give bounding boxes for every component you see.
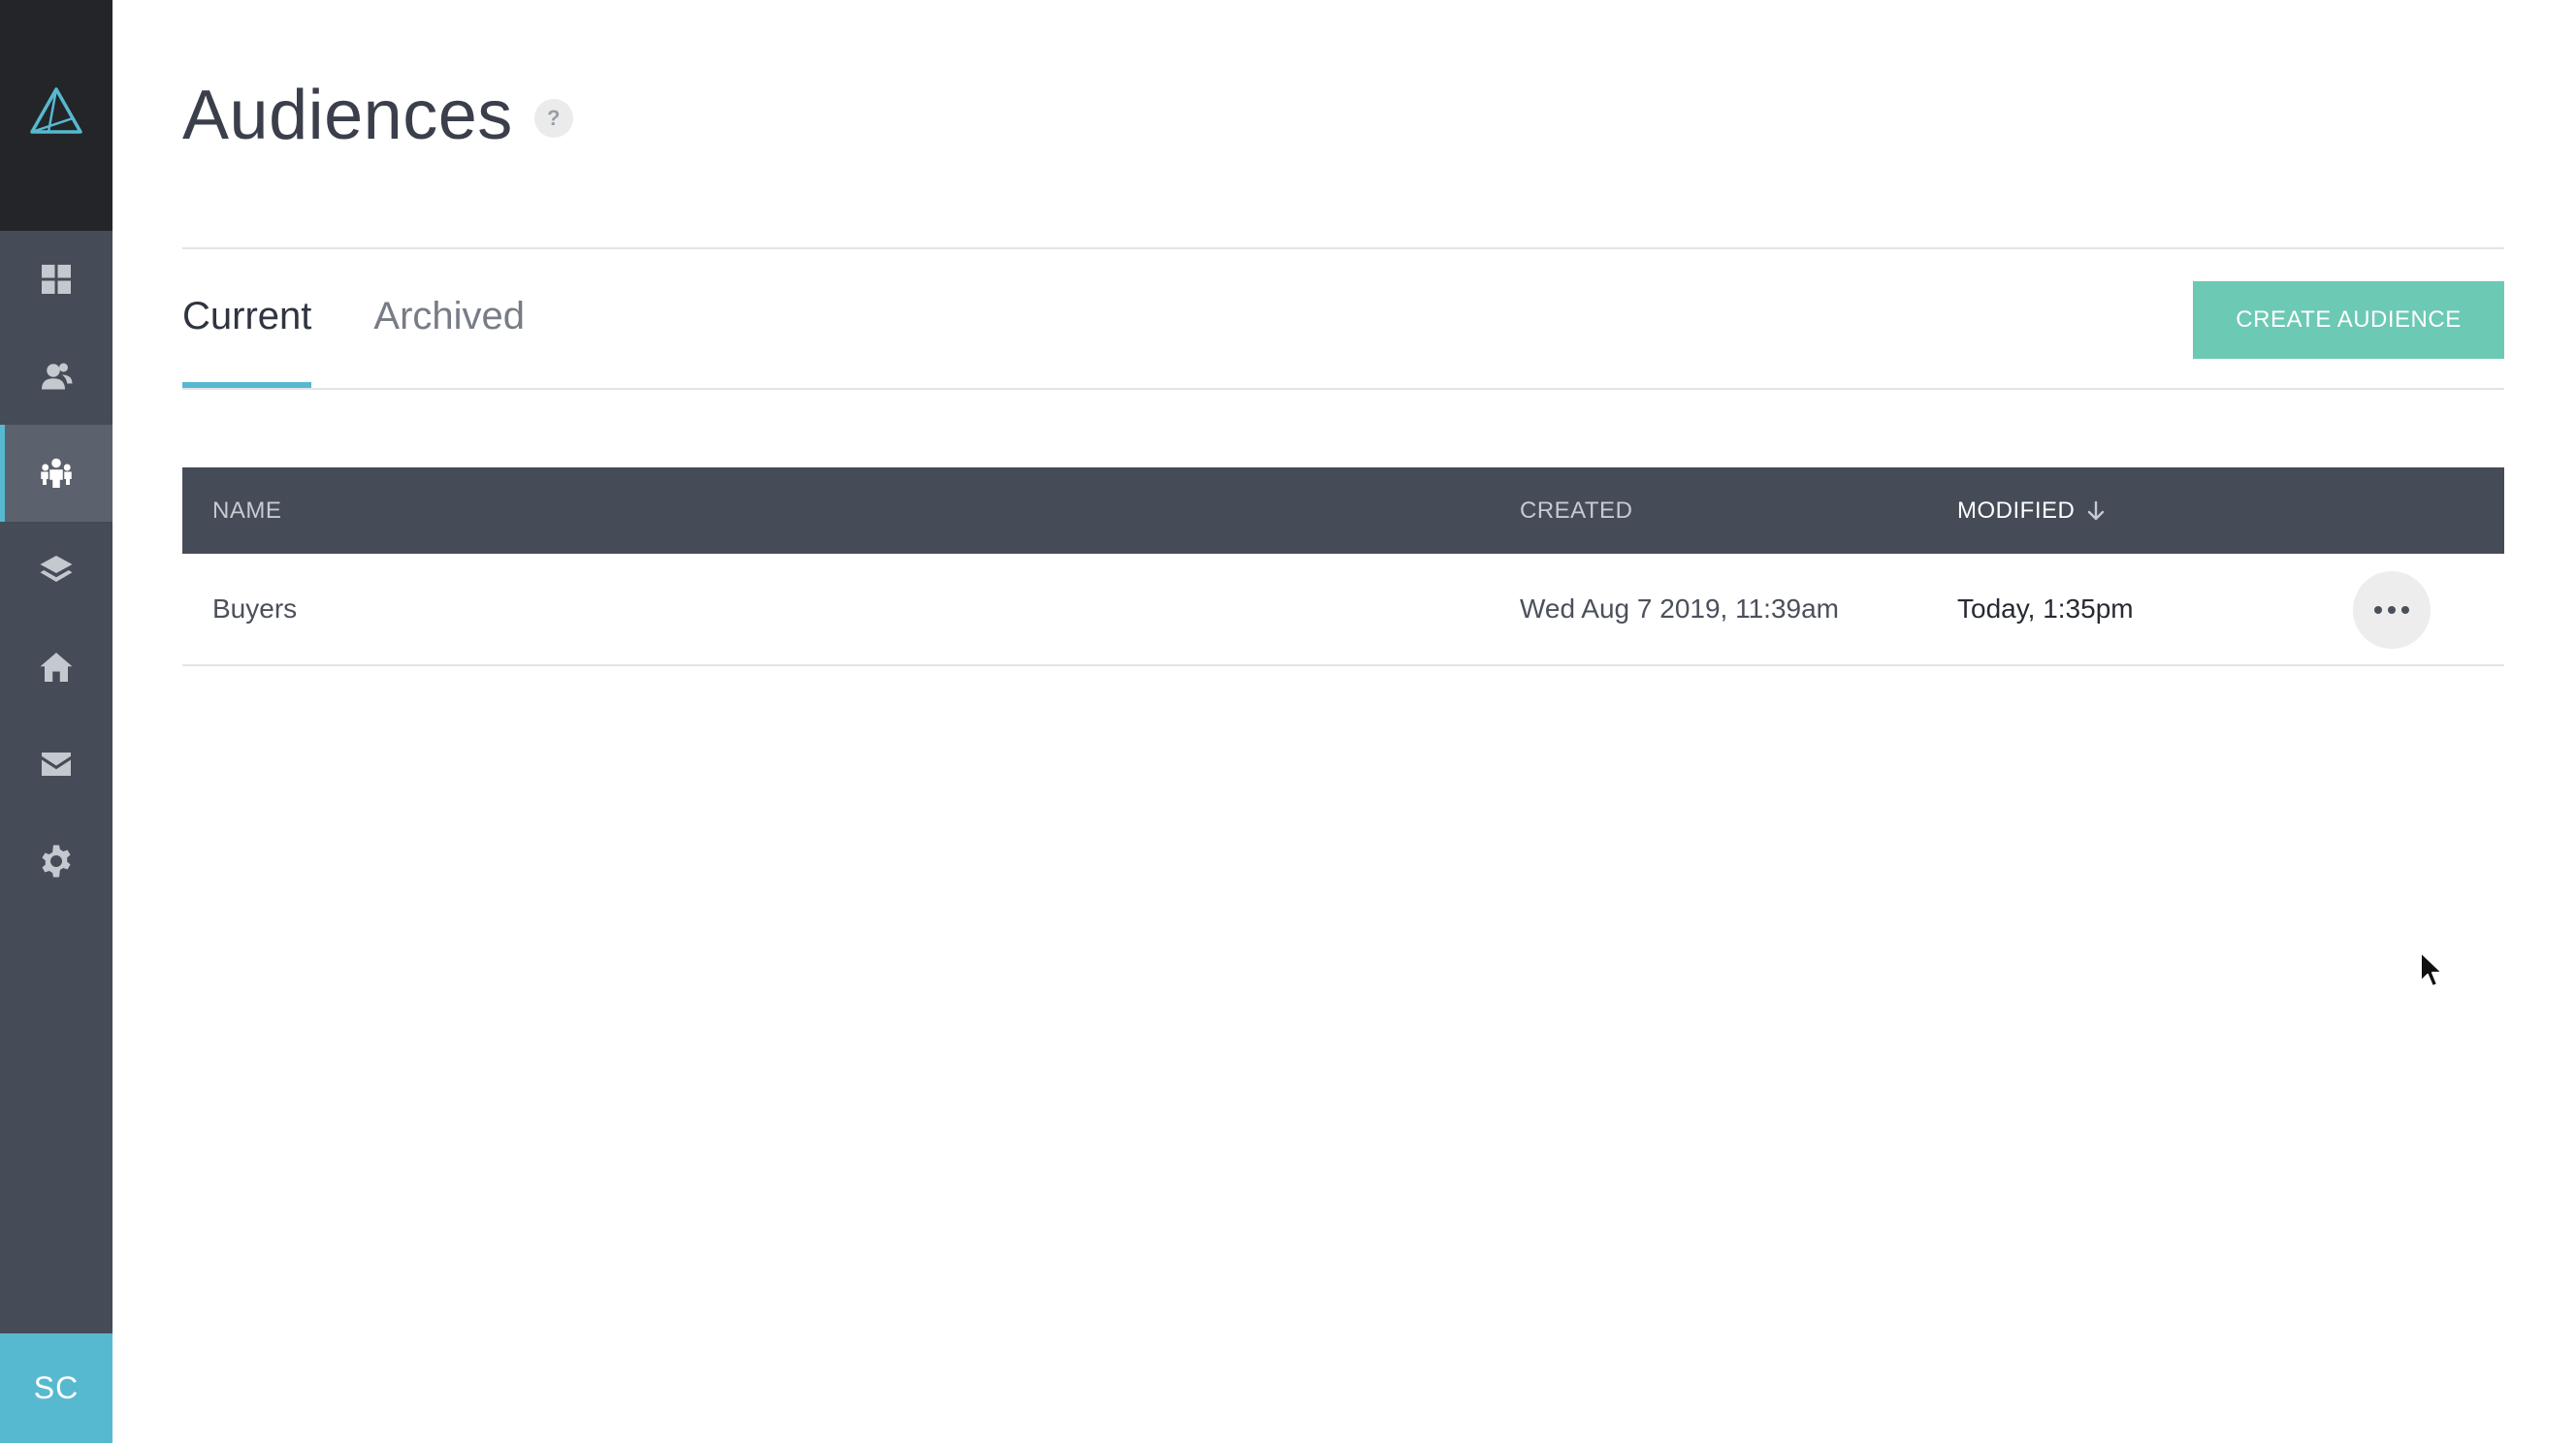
page-header: Audiences ?	[182, 76, 573, 155]
column-header-name[interactable]: NAME	[212, 467, 281, 554]
help-icon[interactable]: ?	[533, 99, 573, 138]
header-divider	[182, 247, 2504, 249]
create-audience-button[interactable]: CREATE AUDIENCE	[2193, 281, 2504, 359]
sidebar-item-home[interactable]	[0, 619, 113, 716]
sidebar-item-dashboard[interactable]	[0, 231, 113, 328]
tabs-divider	[182, 388, 2504, 390]
sidebar-nav	[0, 231, 113, 910]
row-name[interactable]: Buyers	[212, 554, 297, 664]
sidebar-item-settings[interactable]	[0, 813, 113, 910]
row-more-actions-button[interactable]	[2353, 571, 2431, 649]
gear-icon	[42, 845, 71, 878]
more-dot	[2401, 606, 2409, 614]
row-created: Wed Aug 7 2019, 11:39am	[1520, 593, 1839, 624]
column-header-modified-label: MODIFIED	[1957, 497, 2076, 524]
more-dots-icon	[2374, 606, 2382, 614]
mail-icon	[42, 753, 71, 776]
sidebar-item-contacts[interactable]	[0, 328, 113, 425]
mouse-cursor-icon	[2420, 951, 2443, 987]
main-content: Audiences ? Current Archived CREATE AUDI…	[182, 0, 2504, 1443]
audiences-table: NAME CREATED MODIFIED Buyers Wed Aug 7 2…	[182, 467, 2504, 666]
sidebar-item-layers[interactable]	[0, 522, 113, 619]
arrow-down-icon	[2088, 500, 2105, 520]
user-avatar[interactable]: SC	[0, 1333, 113, 1443]
sidebar-item-audiences[interactable]	[0, 425, 113, 522]
table-header: NAME CREATED MODIFIED	[182, 467, 2504, 554]
column-header-modified[interactable]: MODIFIED	[1957, 467, 2106, 554]
column-header-created-label: CREATED	[1520, 497, 1633, 524]
layers-icon	[40, 556, 73, 582]
column-header-name-label: NAME	[212, 497, 282, 524]
sidebar: SC	[0, 0, 113, 1443]
logo[interactable]	[0, 0, 113, 231]
home-icon	[40, 653, 73, 682]
users-icon	[42, 363, 73, 390]
tab-current[interactable]: Current	[182, 291, 312, 388]
page-title: Audiences	[182, 77, 513, 154]
tab-archived[interactable]: Archived	[373, 291, 525, 388]
group-icon	[41, 458, 72, 488]
grid-icon	[42, 265, 71, 294]
table-row[interactable]: Buyers Wed Aug 7 2019, 11:39am Today, 1:…	[182, 554, 2504, 666]
more-dot	[2388, 606, 2396, 614]
triangle-logo-icon	[30, 87, 82, 134]
tab-bar: Current Archived	[182, 291, 587, 388]
row-modified: Today, 1:35pm	[1957, 593, 2134, 624]
column-header-created[interactable]: CREATED	[1520, 467, 1632, 554]
sidebar-item-mail[interactable]	[0, 716, 113, 813]
